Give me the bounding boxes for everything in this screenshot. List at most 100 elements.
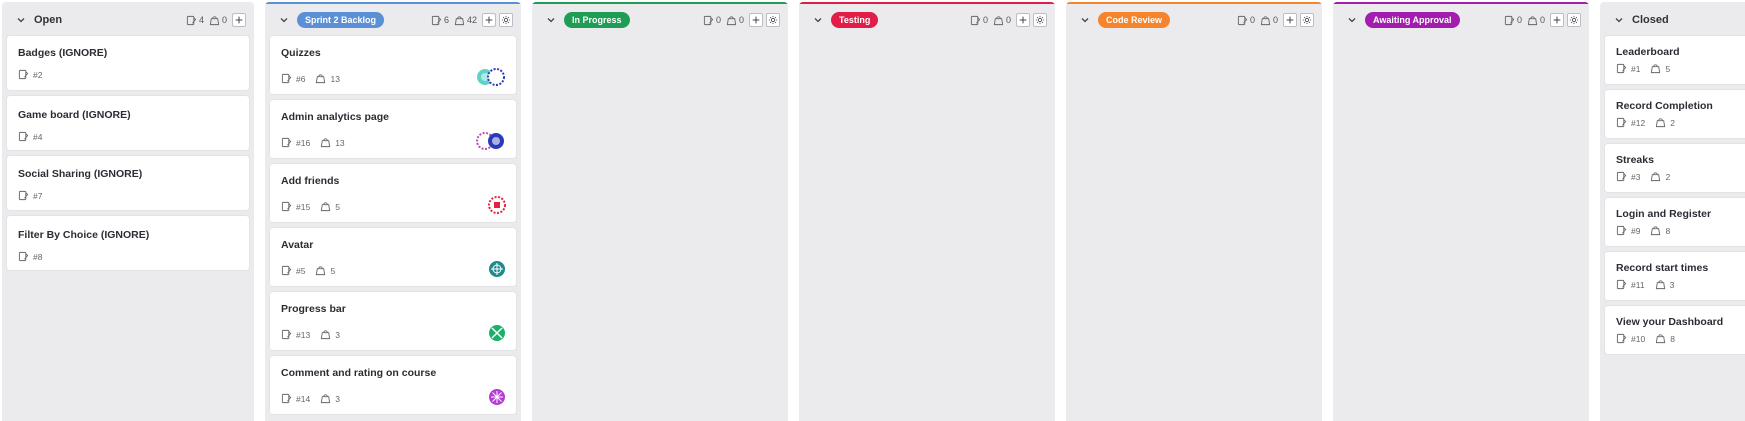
plus-icon xyxy=(1552,15,1562,25)
column-in-progress: In Progress 0 0 xyxy=(532,2,788,421)
issue-card[interactable]: Login and Register #9 8 xyxy=(1605,198,1745,246)
weight-icon xyxy=(320,329,331,340)
issue-count: 6 xyxy=(431,15,449,26)
card-weight: 3 xyxy=(335,393,340,404)
column-label-pill: Sprint 2 Backlog xyxy=(297,12,385,28)
weight-count: 42 xyxy=(454,15,477,26)
list-settings-button[interactable] xyxy=(1567,13,1581,27)
column-accent-bar xyxy=(799,2,1055,4)
weight-icon xyxy=(1655,333,1666,344)
column-awaiting-approval: Awaiting Approval 0 0 xyxy=(1333,2,1589,421)
issue-count: 0 xyxy=(970,15,988,26)
issue-card[interactable]: Comment and rating on course #14 3 xyxy=(270,356,516,414)
column-testing: Testing 0 0 xyxy=(799,2,1055,421)
issue-card[interactable]: Game board (IGNORE) #4 xyxy=(7,96,249,150)
add-issue-button[interactable] xyxy=(749,13,763,27)
weight-icon xyxy=(315,265,326,276)
issue-icon xyxy=(18,190,29,201)
issue-card[interactable]: Streaks #3 2 xyxy=(1605,144,1745,192)
column-accent-bar xyxy=(1066,2,1322,4)
weight-icon xyxy=(1260,15,1271,26)
card-title: Avatar xyxy=(281,239,314,251)
issue-count: 0 xyxy=(1237,15,1255,26)
issue-card[interactable]: Record Completion #12 2 xyxy=(1605,90,1745,138)
card-weight: 8 xyxy=(1670,333,1675,344)
add-issue-button[interactable] xyxy=(482,13,496,27)
issue-icon xyxy=(703,15,714,26)
assignee-avatar[interactable] xyxy=(488,196,506,214)
issue-icon xyxy=(281,265,292,276)
card-title: Quizzes xyxy=(281,47,321,59)
issue-card[interactable]: Avatar #5 5 xyxy=(270,228,516,286)
card-title: View your Dashboard xyxy=(1616,316,1724,328)
card-weight: 5 xyxy=(1665,63,1671,74)
issue-icon xyxy=(281,73,292,84)
assignee-avatars[interactable] xyxy=(476,132,506,150)
assignee-avatars[interactable] xyxy=(476,68,506,86)
card-title: Add friends xyxy=(281,175,340,187)
add-issue-button[interactable] xyxy=(1550,13,1564,27)
chevron-down-icon[interactable] xyxy=(811,13,825,27)
issue-count: 4 xyxy=(186,15,204,26)
issue-card[interactable]: View your Dashboard #10 8 xyxy=(1605,306,1745,354)
issue-card[interactable]: Admin analytics page #16 13 xyxy=(270,100,516,158)
list-settings-button[interactable] xyxy=(1300,13,1314,27)
card-weight: 2 xyxy=(1670,117,1675,128)
card-title: Record start times xyxy=(1616,262,1709,274)
plus-icon xyxy=(1018,15,1028,25)
card-number: #13 xyxy=(296,329,311,340)
add-issue-button[interactable] xyxy=(1283,13,1297,27)
chevron-down-icon[interactable] xyxy=(1345,13,1359,27)
card-number: #3 xyxy=(1631,171,1641,182)
column-label-pill: Awaiting Approval xyxy=(1365,12,1460,28)
chevron-down-icon[interactable] xyxy=(1078,13,1092,27)
issue-icon xyxy=(970,15,981,26)
gear-icon xyxy=(501,15,511,25)
card-weight: 5 xyxy=(330,265,336,276)
column-code-review: Code Review 0 0 xyxy=(1066,2,1322,421)
issue-card[interactable]: Leaderboard #1 5 xyxy=(1605,36,1745,84)
issue-card[interactable]: Record start times #11 3 xyxy=(1605,252,1745,300)
add-issue-button[interactable] xyxy=(232,13,246,27)
assignee-avatar[interactable] xyxy=(488,260,506,278)
column-header: Sprint 2 Backlog 6 42 xyxy=(265,8,521,32)
chevron-down-icon[interactable] xyxy=(544,13,558,27)
issue-card[interactable]: Social Sharing (IGNORE) #7 xyxy=(7,156,249,210)
issue-icon xyxy=(281,329,292,340)
card-number: #9 xyxy=(1631,225,1641,236)
plus-icon xyxy=(234,15,244,25)
card-weight: 13 xyxy=(330,73,340,84)
issue-card[interactable]: Badges (IGNORE) #2 xyxy=(7,36,249,90)
assignee-avatar[interactable] xyxy=(488,388,506,406)
chevron-down-icon[interactable] xyxy=(14,13,28,27)
issue-card[interactable]: Progress bar #13 3 xyxy=(270,292,516,350)
plus-icon xyxy=(484,15,494,25)
column-header: Testing 0 0 xyxy=(799,8,1055,32)
card-title: Badges (IGNORE) xyxy=(18,47,108,59)
add-issue-button[interactable] xyxy=(1016,13,1030,27)
issue-icon xyxy=(1616,117,1627,128)
issue-icon xyxy=(1504,15,1515,26)
card-number: #6 xyxy=(296,73,306,84)
card-weight: 2 xyxy=(1665,171,1671,182)
column-accent-bar xyxy=(532,2,788,4)
list-settings-button[interactable] xyxy=(766,13,780,27)
gear-icon xyxy=(1302,15,1312,25)
list-settings-button[interactable] xyxy=(1033,13,1047,27)
card-title: Leaderboard xyxy=(1616,46,1680,58)
issue-card[interactable]: Add friends #15 5 xyxy=(270,164,516,222)
assignee-avatar[interactable] xyxy=(488,324,506,342)
list-settings-button[interactable] xyxy=(499,13,513,27)
weight-icon xyxy=(320,137,331,148)
chevron-down-icon[interactable] xyxy=(1612,13,1626,27)
weight-icon xyxy=(1650,63,1661,74)
card-number: #16 xyxy=(296,137,311,148)
issue-card[interactable]: Quizzes #6 13 xyxy=(270,36,516,94)
column-title: Open xyxy=(34,14,63,26)
card-number: #5 xyxy=(296,265,306,276)
issue-count: 0 xyxy=(703,15,721,26)
issue-card[interactable]: Filter By Choice (IGNORE) #8 xyxy=(7,216,249,270)
chevron-down-icon[interactable] xyxy=(277,13,291,27)
issue-icon xyxy=(18,69,29,80)
issue-icon xyxy=(1616,225,1627,236)
